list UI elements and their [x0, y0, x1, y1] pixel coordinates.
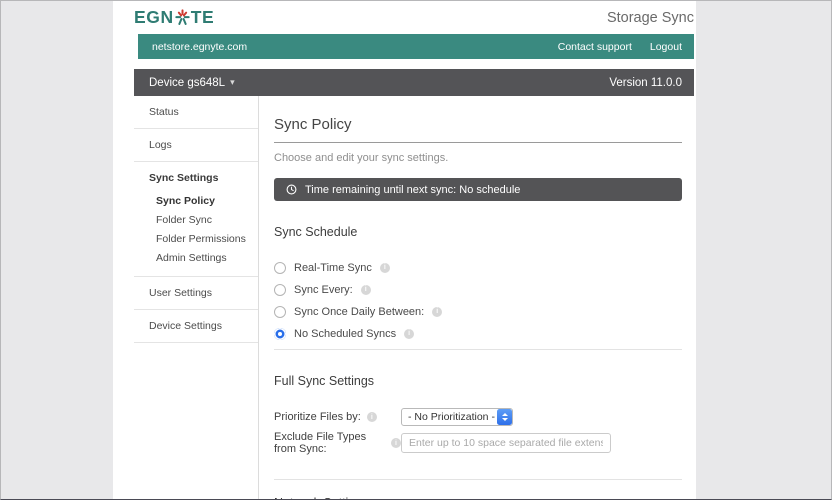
radio-unselected-icon[interactable] — [274, 262, 286, 274]
contact-support-link[interactable]: Contact support — [558, 41, 632, 53]
sync-status-notice: Time remaining until next sync: No sched… — [274, 178, 682, 201]
version-label: Version 11.0.0 — [609, 77, 694, 89]
prioritize-files-row: Prioritize Files by: i - No Prioritizati… — [274, 408, 682, 426]
radio-option-label: Real-Time Sync — [294, 262, 372, 274]
info-icon[interactable]: i — [404, 329, 414, 339]
sidebar-item-folder-permissions[interactable]: Folder Permissions — [134, 229, 258, 248]
device-bar: Device gs648L ▾ Version 11.0.0 — [134, 69, 694, 96]
exclude-file-types-input[interactable] — [401, 433, 611, 453]
sidebar-item-admin-settings[interactable]: Admin Settings — [134, 248, 258, 267]
egnyte-asterisk-icon — [175, 9, 190, 26]
clock-icon — [286, 184, 297, 195]
radio-unselected-icon[interactable] — [274, 306, 286, 318]
select-stepper-icon — [497, 409, 512, 425]
main-content: Sync Policy Choose and edit your sync se… — [259, 96, 694, 500]
radio-option-sync-once-daily-between[interactable]: Sync Once Daily Between: i — [274, 305, 682, 318]
logout-link[interactable]: Logout — [650, 41, 682, 53]
sidebar-item-sync-settings[interactable]: Sync Settings — [134, 165, 258, 191]
section-subtitle: Choose and edit your sync settings. — [274, 152, 682, 164]
page-title: Storage Sync — [607, 10, 694, 26]
egnyte-logo: EGN TE — [134, 7, 214, 28]
sidebar-group: Status — [134, 96, 258, 129]
sync-schedule-heading: Sync Schedule — [274, 225, 682, 239]
sidebar-group: User Settings — [134, 277, 258, 310]
sidebar-item-status[interactable]: Status — [134, 99, 258, 125]
sidebar-group: Logs — [134, 129, 258, 162]
top-header: EGN TE Storage Sync — [134, 1, 694, 34]
prioritize-files-label: Prioritize Files by: — [274, 411, 361, 423]
device-label: Device gs648L — [149, 77, 225, 89]
info-icon[interactable]: i — [391, 438, 401, 448]
network-settings-heading: Network Settings — [274, 496, 682, 500]
radio-option-sync-every[interactable]: Sync Every: i — [274, 283, 682, 296]
radio-selected-icon[interactable] — [274, 328, 286, 340]
logo-text-right: TE — [191, 7, 215, 28]
sidebar-item-user-settings[interactable]: User Settings — [134, 280, 258, 306]
sidebar-item-device-settings[interactable]: Device Settings — [134, 313, 258, 339]
exclude-file-types-row: Exclude File Types from Sync: i — [274, 431, 682, 455]
divider — [274, 349, 682, 350]
section-title: Sync Policy — [274, 116, 682, 143]
info-icon[interactable]: i — [367, 412, 377, 422]
sidebar-item-folder-sync[interactable]: Folder Sync — [134, 210, 258, 229]
select-value: - No Prioritization - — [402, 411, 495, 423]
radio-unselected-icon[interactable] — [274, 284, 286, 296]
sync-schedule-options: Real-Time SynciSync Every:iSync Once Dai… — [274, 261, 682, 340]
radio-option-no-scheduled-syncs[interactable]: No Scheduled Syncs i — [274, 327, 682, 340]
sidebar-group: Sync SettingsSync PolicyFolder SyncFolde… — [134, 162, 258, 277]
divider — [274, 479, 682, 480]
chevron-down-icon: ▾ — [230, 77, 235, 88]
radio-option-real-time-sync[interactable]: Real-Time Sync i — [274, 261, 682, 274]
radio-option-label: Sync Every: — [294, 284, 353, 296]
sidebar-item-sync-policy[interactable]: Sync Policy — [134, 191, 258, 210]
notice-text: Time remaining until next sync: No sched… — [305, 184, 520, 196]
domain-label: netstore.egnyte.com — [138, 41, 247, 53]
info-icon[interactable]: i — [432, 307, 442, 317]
radio-option-label: Sync Once Daily Between: — [294, 306, 424, 318]
full-sync-heading: Full Sync Settings — [274, 374, 682, 388]
page-card: EGN TE Storage Sync — [113, 1, 696, 500]
radio-option-label: No Scheduled Syncs — [294, 328, 396, 340]
device-selector[interactable]: Device gs648L ▾ — [134, 77, 235, 89]
prioritize-files-select[interactable]: - No Prioritization - — [401, 408, 513, 426]
info-icon[interactable]: i — [380, 263, 390, 273]
account-bar: netstore.egnyte.com Contact support Logo… — [138, 34, 694, 59]
exclude-file-types-label: Exclude File Types from Sync: — [274, 431, 385, 455]
logo-text-left: EGN — [134, 7, 174, 28]
sidebar-group: Device Settings — [134, 310, 258, 343]
sidebar: StatusLogsSync SettingsSync PolicyFolder… — [134, 96, 259, 500]
sidebar-item-logs[interactable]: Logs — [134, 132, 258, 158]
info-icon[interactable]: i — [361, 285, 371, 295]
screenshot-frame: EGN TE Storage Sync — [0, 0, 832, 500]
